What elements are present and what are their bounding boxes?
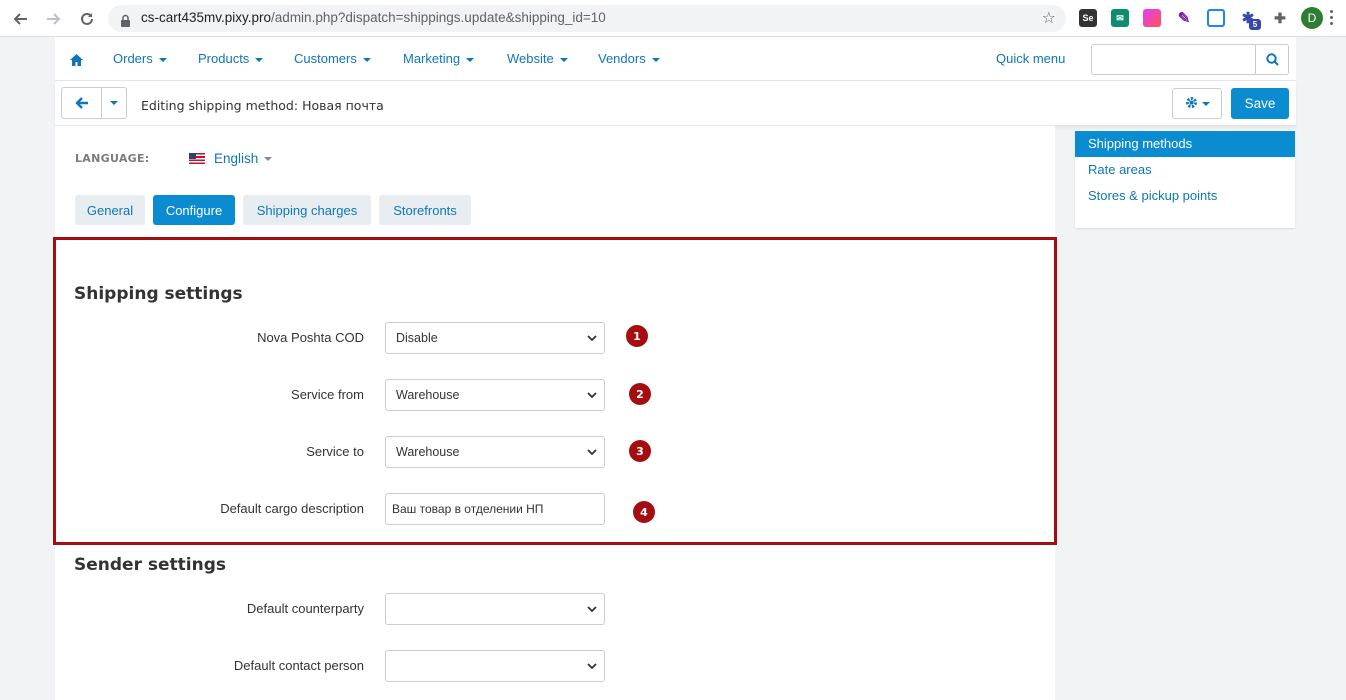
default-contact-person-select[interactable]	[385, 650, 605, 682]
profile-avatar[interactable]: D	[1301, 7, 1323, 29]
forward-arrow-icon[interactable]	[42, 8, 64, 30]
tab-storefronts[interactable]: Storefronts	[379, 195, 471, 225]
gear-icon	[1185, 94, 1198, 113]
nav-orders[interactable]: Orders	[113, 51, 167, 66]
language-selector[interactable]: English	[214, 151, 273, 166]
nav-vendors[interactable]: Vendors	[598, 51, 660, 66]
us-flag-icon	[189, 153, 205, 164]
sidebar-item-rate-areas[interactable]: Rate areas	[1075, 157, 1295, 183]
url-text: cs-cart435mv.pixy.pro/admin.php?dispatch…	[141, 10, 606, 25]
back-arrow-icon[interactable]	[10, 8, 32, 30]
field-label: Service to	[306, 444, 364, 459]
extension-badge: 5	[1249, 19, 1261, 30]
color-extension-icon[interactable]	[1143, 9, 1161, 27]
back-button-group	[61, 87, 127, 119]
shipping-sidebar: Shipping methods Rate areas Stores & pic…	[1075, 130, 1295, 228]
tab-shipping-charges[interactable]: Shipping charges	[243, 195, 371, 225]
language-label: LANGUAGE:	[75, 152, 150, 165]
service-to-select[interactable]: Warehouse	[385, 436, 605, 468]
field-label: Default counterparty	[246, 601, 364, 616]
home-icon[interactable]	[70, 51, 83, 70]
sender-settings-title: Sender settings	[74, 555, 226, 575]
sidebar-item-stores-pickup[interactable]: Stores & pickup points	[1075, 183, 1295, 209]
search-icon[interactable]	[1255, 45, 1288, 74]
default-counterparty-select[interactable]	[385, 593, 605, 625]
feather-extension-icon[interactable]: ✎	[1175, 9, 1193, 27]
cargo-description-input[interactable]: Ваш товар в отделении НП	[385, 493, 605, 525]
shipping-settings-title: Shipping settings	[74, 284, 243, 304]
field-label: Service from	[291, 387, 364, 402]
step-badge: 1	[626, 325, 648, 347]
bookmark-star-icon[interactable]: ☆	[1042, 10, 1056, 26]
quick-menu-link[interactable]: Quick menu	[996, 51, 1065, 66]
back-dropdown-button[interactable]	[102, 88, 126, 118]
chevron-down-icon	[587, 449, 597, 456]
nav-marketing[interactable]: Marketing	[403, 51, 475, 66]
search-input[interactable]	[1091, 44, 1289, 75]
mail-extension-icon[interactable]: ✉	[1111, 9, 1129, 27]
step-badge: 4	[633, 501, 655, 523]
back-button[interactable]	[62, 88, 102, 118]
sidebar-item-shipping-methods[interactable]: Shipping methods	[1075, 131, 1295, 157]
page-title: Editing shipping method: Новая почта	[141, 98, 384, 113]
tab-configure[interactable]: Configure	[153, 195, 235, 225]
nav-website[interactable]: Website	[507, 51, 568, 66]
lock-icon	[120, 12, 131, 31]
page-toolbar: Editing shipping method: Новая почта Sav…	[55, 81, 1296, 126]
field-label: Default contact person	[233, 658, 364, 673]
chevron-down-icon	[587, 663, 597, 670]
address-bar[interactable]: cs-cart435mv.pixy.pro/admin.php?dispatch…	[108, 5, 1066, 32]
tab-general[interactable]: General	[75, 195, 145, 225]
reload-icon[interactable]	[76, 8, 98, 30]
chevron-down-icon	[587, 335, 597, 342]
browser-toolbar: cs-cart435mv.pixy.pro/admin.php?dispatch…	[0, 0, 1346, 37]
field-label: Default cargo description	[220, 501, 364, 516]
browser-menu-icon[interactable]	[1330, 10, 1334, 28]
nav-customers[interactable]: Customers	[294, 51, 371, 66]
step-badge: 3	[629, 440, 651, 462]
nova-poshta-cod-select[interactable]: Disable	[385, 322, 605, 354]
puzzle-extensions-icon[interactable]: ✚	[1271, 9, 1289, 27]
admin-top-nav: Orders Products Customers Marketing Webs…	[55, 37, 1296, 81]
chevron-down-icon	[587, 606, 597, 613]
chevron-down-icon	[587, 392, 597, 399]
service-from-select[interactable]: Warehouse	[385, 379, 605, 411]
step-badge: 2	[629, 383, 651, 405]
settings-dropdown-button[interactable]	[1172, 88, 1222, 119]
image-extension-icon[interactable]	[1207, 9, 1225, 27]
field-label: Nova Poshta COD	[257, 330, 364, 345]
nav-products[interactable]: Products	[198, 51, 264, 66]
save-button[interactable]: Save	[1231, 88, 1289, 119]
selenium-extension-icon[interactable]: Se	[1079, 9, 1097, 27]
